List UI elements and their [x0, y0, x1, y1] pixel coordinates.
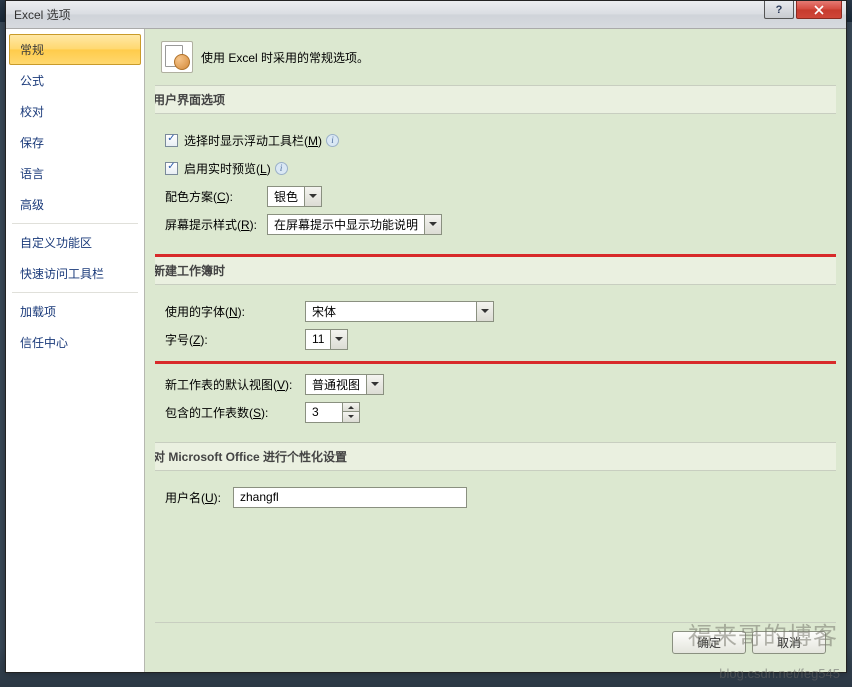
nav-separator	[12, 292, 138, 293]
mini-toolbar-checkbox[interactable]	[165, 134, 178, 147]
spin-up-icon[interactable]	[343, 403, 359, 413]
nav-language[interactable]: 语言	[6, 158, 144, 189]
nav-advanced[interactable]: 高级	[6, 189, 144, 220]
close-button[interactable]	[796, 1, 842, 19]
nav-formulas[interactable]: 公式	[6, 65, 144, 96]
nav-separator	[12, 223, 138, 224]
username-label: 用户名(U):	[165, 489, 233, 506]
info-icon[interactable]: i	[275, 162, 288, 175]
default-view-select[interactable]: 普通视图	[305, 374, 384, 395]
section-ui-options: 用户界面选项	[155, 85, 836, 114]
highlighted-section: 新建工作簿时 使用的字体(N): 宋体 字号(Z): 11	[155, 254, 836, 364]
default-view-label: 新工作表的默认视图(V):	[165, 376, 305, 393]
nav-general[interactable]: 常规	[9, 34, 141, 65]
font-size-select[interactable]: 11	[305, 329, 348, 350]
chevron-down-icon	[476, 302, 493, 321]
help-button[interactable]	[764, 1, 794, 19]
nav-addins[interactable]: 加载项	[6, 296, 144, 327]
chevron-down-icon	[424, 215, 441, 234]
category-sidebar: 常规 公式 校对 保存 语言 高级 自定义功能区 快速访问工具栏 加载项 信任中…	[6, 29, 145, 672]
section-personalize: 对 Microsoft Office 进行个性化设置	[155, 442, 836, 471]
live-preview-checkbox[interactable]	[165, 162, 178, 175]
color-scheme-label: 配色方案(C):	[165, 188, 267, 205]
titlebar: Excel 选项	[6, 1, 846, 29]
excel-options-dialog: Excel 选项 常规 公式 校对 保存 语言 高级 自定义功能区 快速访问工具…	[5, 0, 847, 673]
color-scheme-select[interactable]: 银色	[267, 186, 322, 207]
screentip-select[interactable]: 在屏幕提示中显示功能说明	[267, 214, 442, 235]
dialog-footer: 确定 取消	[155, 622, 836, 662]
chevron-down-icon	[366, 375, 383, 394]
section-new-workbook: 新建工作簿时	[155, 257, 836, 285]
cancel-button[interactable]: 取消	[752, 631, 826, 654]
font-label: 使用的字体(N):	[165, 303, 305, 320]
live-preview-label: 启用实时预览(L)	[184, 160, 271, 177]
chevron-down-icon	[330, 330, 347, 349]
nav-trust-center[interactable]: 信任中心	[6, 327, 144, 358]
mini-toolbar-label: 选择时显示浮动工具栏(M)	[184, 132, 322, 149]
nav-save[interactable]: 保存	[6, 127, 144, 158]
content-pane: 使用 Excel 时采用的常规选项。 用户界面选项 选择时显示浮动工具栏(M) …	[145, 29, 846, 672]
nav-proofing[interactable]: 校对	[6, 96, 144, 127]
sheet-count-spinner[interactable]: 3	[305, 402, 360, 423]
window-title: Excel 选项	[14, 6, 71, 23]
nav-qat[interactable]: 快速访问工具栏	[6, 258, 144, 289]
intro-row: 使用 Excel 时采用的常规选项。	[161, 41, 836, 73]
screentip-label: 屏幕提示样式(R):	[165, 216, 267, 233]
chevron-down-icon	[304, 187, 321, 206]
options-icon	[161, 41, 193, 73]
font-select[interactable]: 宋体	[305, 301, 494, 322]
intro-text: 使用 Excel 时采用的常规选项。	[201, 49, 369, 66]
ok-button[interactable]: 确定	[672, 631, 746, 654]
sheet-count-label: 包含的工作表数(S):	[165, 404, 305, 421]
info-icon[interactable]: i	[326, 134, 339, 147]
username-input[interactable]: zhangfl	[233, 487, 467, 508]
spin-down-icon[interactable]	[343, 412, 359, 421]
nav-customize-ribbon[interactable]: 自定义功能区	[6, 227, 144, 258]
font-size-label: 字号(Z):	[165, 331, 305, 348]
